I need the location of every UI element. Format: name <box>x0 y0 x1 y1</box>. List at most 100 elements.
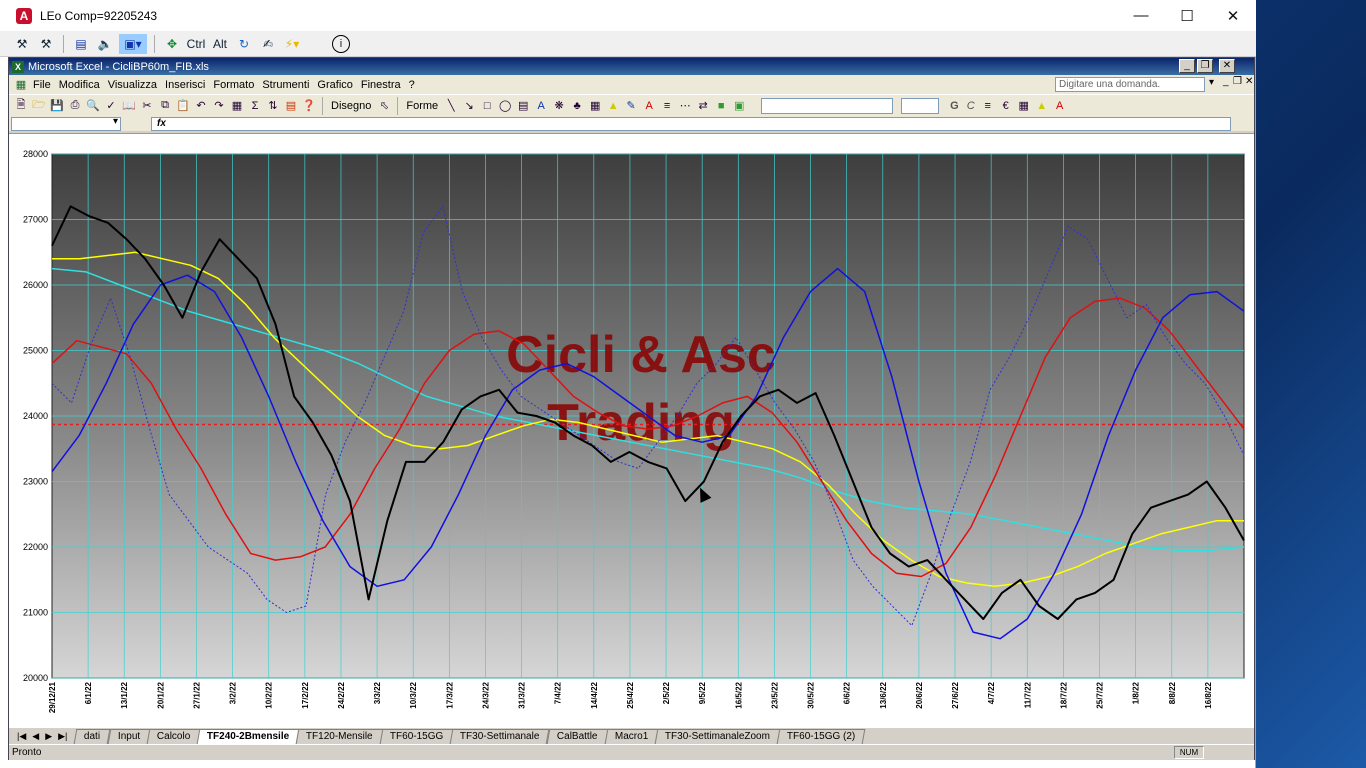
maximize-button[interactable]: ☐ <box>1164 0 1210 31</box>
save-icon[interactable]: 💾 <box>49 98 65 114</box>
tab-calbattle[interactable]: CalBattle <box>546 729 608 744</box>
hand-icon[interactable]: ✍ <box>258 34 278 54</box>
alt-key-button[interactable]: Alt <box>210 34 230 54</box>
help-icon[interactable]: ❓ <box>301 98 317 114</box>
tab-tf30-settimanale[interactable]: TF30-Settimanale <box>450 729 551 744</box>
tab-calcolo[interactable]: Calcolo <box>146 729 201 744</box>
preview-icon[interactable]: 🔍 <box>85 98 101 114</box>
plug-icon[interactable]: ⚒ <box>12 34 32 54</box>
ask-dropdown-icon[interactable]: ▾ <box>1209 77 1214 88</box>
formula-input[interactable] <box>151 116 1231 131</box>
align-icon[interactable]: ≡ <box>980 98 996 114</box>
italic-button[interactable]: C <box>964 100 978 112</box>
rectangle-icon[interactable]: □ <box>479 98 495 114</box>
font-color-icon-2[interactable]: A <box>1052 98 1068 114</box>
menu-file[interactable]: File <box>29 79 55 91</box>
fullscreen-icon[interactable]: ✥ <box>162 34 182 54</box>
autosum-icon[interactable]: Σ <box>247 98 263 114</box>
tab-tf60-15gg[interactable]: TF60-15GG <box>379 729 454 744</box>
paste-icon[interactable]: 📋 <box>175 98 191 114</box>
copy-icon[interactable]: ⧉ <box>157 98 173 114</box>
name-box[interactable] <box>11 116 121 131</box>
font-name-select[interactable] <box>761 97 894 114</box>
tab-tf240-2bmensile[interactable]: TF240-2Bmensile <box>196 729 300 744</box>
chart-wizard-icon[interactable]: ▤ <box>283 98 299 114</box>
display-icon[interactable]: ▣▾ <box>119 33 147 54</box>
ask-question-input[interactable]: Digitare una domanda. <box>1055 77 1205 92</box>
line-color-icon[interactable]: ✎ <box>623 98 639 114</box>
excel-restore-button[interactable]: ❐ <box>1197 59 1213 73</box>
info-icon[interactable]: i <box>332 34 350 53</box>
fill-color-icon[interactable]: ▲ <box>605 98 621 114</box>
speaker-icon[interactable]: 🔈 <box>95 34 115 54</box>
tab-dati[interactable]: dati <box>74 729 111 744</box>
first-sheet-icon[interactable]: |◀ <box>17 731 26 742</box>
redo-icon[interactable]: ↷ <box>211 98 227 114</box>
close-button[interactable]: ✕ <box>1210 0 1256 31</box>
menu-visualizza[interactable]: Visualizza <box>104 79 161 91</box>
menu-finestra[interactable]: Finestra <box>357 79 405 91</box>
prev-sheet-icon[interactable]: ◀ <box>32 731 39 742</box>
font-size-select[interactable] <box>901 97 940 114</box>
oval-icon[interactable]: ◯ <box>497 98 513 114</box>
autoshapes-menu[interactable]: Forme <box>403 100 441 112</box>
tab-input[interactable]: Input <box>107 729 151 744</box>
open-icon[interactable]: 🗁 <box>31 98 47 114</box>
undo-icon[interactable]: ↶ <box>193 98 209 114</box>
menu-help[interactable]: ? <box>405 79 419 91</box>
textbox-icon[interactable]: ▤ <box>515 98 531 114</box>
wordart-icon[interactable]: A <box>533 98 549 114</box>
doc-minimize-icon[interactable]: _ <box>1223 76 1229 87</box>
excel-close-button[interactable]: ✕ <box>1219 59 1235 73</box>
excel-minimize-button[interactable]: _ <box>1179 59 1195 73</box>
spell-icon[interactable]: ✓ <box>103 98 119 114</box>
excel-titlebar[interactable]: X Microsoft Excel - CicliBP60m_FIB.xls _… <box>9 58 1254 75</box>
sort-icon[interactable]: ⇅ <box>265 98 281 114</box>
bold-button[interactable]: G <box>947 100 962 112</box>
dash-style-icon[interactable]: ⋯ <box>677 98 693 114</box>
new-icon[interactable]: 🗎 <box>13 98 29 114</box>
cut-icon[interactable]: ✂ <box>139 98 155 114</box>
line-icon[interactable]: ╲ <box>443 98 459 114</box>
shadow-icon[interactable]: ■ <box>713 98 729 114</box>
lightning-icon[interactable]: ⚡▾ <box>282 34 302 54</box>
drawing-menu[interactable]: Disegno <box>328 100 374 112</box>
tab-macro1[interactable]: Macro1 <box>604 729 659 744</box>
research-icon[interactable]: 📖 <box>121 98 137 114</box>
select-objects-icon[interactable]: ⬁ <box>376 98 392 114</box>
remote-titlebar[interactable]: A LEo Comp=92205243 — ☐ ✕ <box>0 0 1256 31</box>
picture-icon[interactable]: ▦ <box>587 98 603 114</box>
unplug-icon[interactable]: ⚒ <box>36 34 56 54</box>
menu-grafico[interactable]: Grafico <box>313 79 356 91</box>
euro-icon[interactable]: € <box>998 98 1014 114</box>
font-color-icon[interactable]: A <box>641 98 657 114</box>
last-sheet-icon[interactable]: ▶| <box>58 731 67 742</box>
clipart-icon[interactable]: ♣ <box>569 98 585 114</box>
doc-restore-icon[interactable]: ❐ <box>1233 76 1242 87</box>
tab-tf30-settimanalezoom[interactable]: TF30-SettimanaleZoom <box>654 729 781 744</box>
fill-color-icon-2[interactable]: ▲ <box>1034 98 1050 114</box>
arrow-style-icon[interactable]: ⇄ <box>695 98 711 114</box>
print-icon[interactable]: ⎙ <box>67 98 83 114</box>
menu-inserisci[interactable]: Inserisci <box>161 79 209 91</box>
ctrl-key-button[interactable]: Ctrl <box>186 34 206 54</box>
line-style-icon[interactable]: ≡ <box>659 98 675 114</box>
3d-icon[interactable]: ▣ <box>731 98 747 114</box>
menu-modifica[interactable]: Modifica <box>55 79 104 91</box>
x-tick-label: 10/3/22 <box>409 681 418 708</box>
menu-strumenti[interactable]: Strumenti <box>258 79 313 91</box>
arrow-icon[interactable]: ↘ <box>461 98 477 114</box>
doc-close-icon[interactable]: ✕ <box>1245 76 1253 87</box>
insert-hyperlink-icon[interactable]: ▦ <box>229 98 245 114</box>
price-chart[interactable]: 28000 27000 26000 25000 24000 23000 22000 21000… <box>9 134 1254 729</box>
next-sheet-icon[interactable]: ▶ <box>45 731 52 742</box>
tab-tf120-mensile[interactable]: TF120-Mensile <box>296 729 384 744</box>
borders-icon[interactable]: ▦ <box>1016 98 1032 114</box>
tab-tf60-15gg-2[interactable]: TF60-15GG (2) <box>776 729 866 744</box>
minimize-button[interactable]: — <box>1118 0 1164 31</box>
menu-formato[interactable]: Formato <box>209 79 258 91</box>
refresh-icon[interactable]: ↻ <box>234 34 254 54</box>
diagram-icon[interactable]: ❋ <box>551 98 567 114</box>
chart-sheet[interactable]: 28000 27000 26000 25000 24000 23000 22000 21000… <box>9 133 1254 757</box>
file-list-icon[interactable]: ▤ <box>71 34 91 54</box>
